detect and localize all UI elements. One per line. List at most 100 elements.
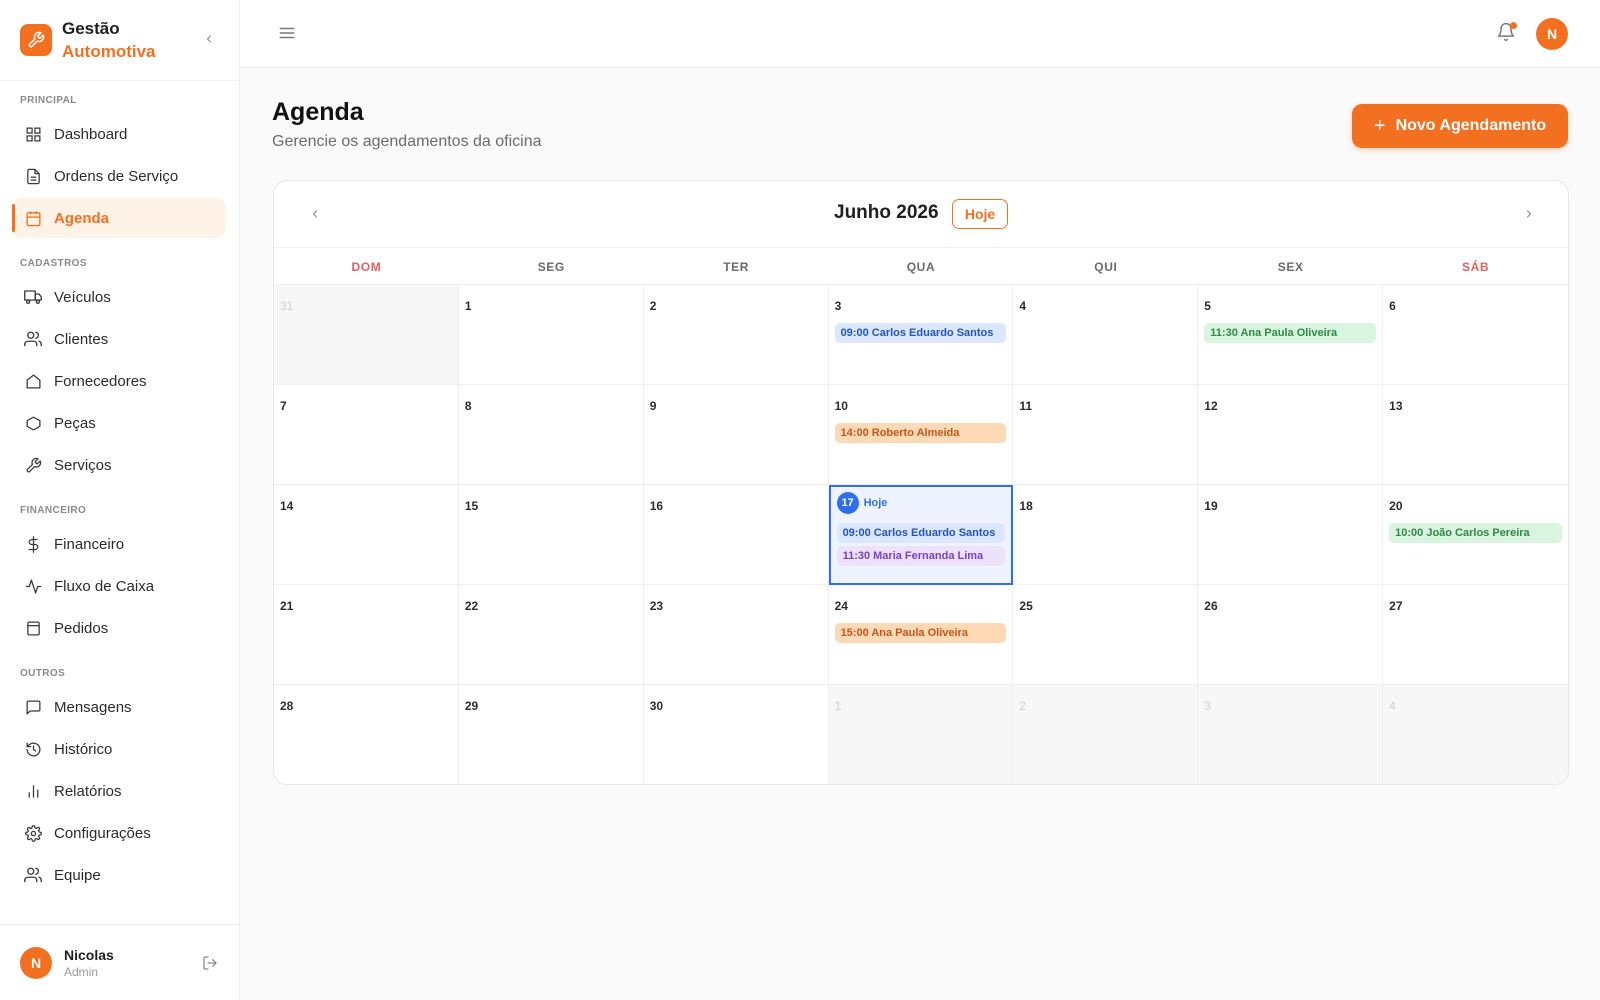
wrench-icon <box>24 456 42 474</box>
menu-button[interactable] <box>278 24 298 44</box>
appointment-event[interactable]: 11:30 Maria Fernanda Lima <box>836 546 1006 566</box>
today-button[interactable]: Hoje <box>952 199 1008 229</box>
calendar-day[interactable]: 4 <box>1013 285 1199 385</box>
sidebar-item-fluxo-de-caixa[interactable]: Fluxo de Caixa <box>12 566 226 606</box>
wrench-logo-icon <box>20 24 52 56</box>
calendar-day[interactable]: 15 <box>458 485 644 585</box>
calendar-day[interactable]: 12 <box>1198 385 1384 485</box>
calendar-day[interactable]: 3 09:00 Carlos Eduardo Santos <box>828 285 1014 385</box>
sidebar-item-fornecedores[interactable]: Fornecedores <box>12 361 226 401</box>
day-number: 21 <box>280 599 294 613</box>
avatar[interactable]: N <box>20 946 52 979</box>
calendar-day[interactable]: 25 <box>1013 585 1199 685</box>
next-month-button[interactable] <box>1520 205 1538 223</box>
sidebar-item-mensagens[interactable]: Mensagens <box>12 687 226 727</box>
calendar-day[interactable]: 31 <box>274 285 459 385</box>
calendar-day[interactable]: 19 <box>1198 485 1384 585</box>
sidebar-item-configuracoes[interactable]: Configurações <box>12 813 226 853</box>
sidebar-item-dashboard[interactable]: Dashboard <box>12 114 226 154</box>
calendar-day-today[interactable]: 17 Hoje 09:00 Carlos Eduardo Santos 11:30 M… <box>828 485 1014 585</box>
day-number: 25 <box>1019 599 1033 613</box>
logout-icon <box>203 956 217 970</box>
appointment-event[interactable]: 14:00 Roberto Almeida <box>834 423 1007 443</box>
day-number: 5 <box>1204 299 1211 313</box>
calendar-day[interactable]: 6 <box>1383 285 1568 385</box>
appointment-event[interactable]: 09:00 Carlos Eduardo Santos <box>834 323 1007 343</box>
logout-button[interactable] <box>202 955 220 973</box>
header-avatar[interactable]: N <box>1536 18 1568 50</box>
appointment-event[interactable]: 15:00 Ana Paula Oliveira <box>834 623 1007 643</box>
today-badge: 17 Hoje <box>836 492 1006 514</box>
calendar-day[interactable]: 3 <box>1198 685 1384 784</box>
calendar-day[interactable]: 9 <box>643 385 829 485</box>
weekday-label: DOM <box>351 259 382 274</box>
calendar-day[interactable]: 2 <box>643 285 829 385</box>
sidebar-item-label: Relatórios <box>54 782 122 800</box>
sidebar-item-financeiro[interactable]: Financeiro <box>12 524 226 564</box>
sidebar-item-relatorios[interactable]: Relatórios <box>12 771 226 811</box>
calendar-day[interactable]: 7 <box>274 385 459 485</box>
calendar-day[interactable]: 28 <box>274 685 459 784</box>
appointment-event[interactable]: 10:00 João Carlos Pereira <box>1389 523 1562 543</box>
document-icon <box>24 167 42 185</box>
calendar-day[interactable]: 11 <box>1013 385 1199 485</box>
sidebar-item-ordens-de-servico[interactable]: Ordens de Serviço <box>12 156 226 196</box>
weekday-label: TER <box>723 259 750 274</box>
weekday-header: DOM SEG TER QUA QUI SEX SÁB <box>274 249 1568 285</box>
prev-month-button[interactable] <box>306 205 324 223</box>
section-label-principal: PRINCIPAL <box>20 95 77 106</box>
top-bar: N <box>240 0 1600 68</box>
activity-icon <box>24 577 42 595</box>
sidebar-item-pedidos[interactable]: Pedidos <box>12 608 226 648</box>
brand-name-line1: Gestão <box>62 19 120 38</box>
calendar-day[interactable]: 14 <box>274 485 459 585</box>
day-number: 30 <box>649 699 664 713</box>
sidebar-item-agenda[interactable]: Agenda <box>12 198 226 238</box>
calendar-day[interactable]: 10 14:00 Roberto Almeida <box>828 385 1014 485</box>
calendar-day[interactable]: 16 <box>643 485 829 585</box>
sidebar-item-equipe[interactable]: Equipe <box>12 855 226 895</box>
calendar-day[interactable]: 1 <box>828 685 1014 784</box>
new-appointment-label: Novo Agendamento <box>1395 117 1547 134</box>
calendar-day[interactable]: 29 <box>459 685 644 784</box>
sidebar-item-veiculos[interactable]: Veículos <box>12 277 226 317</box>
users-icon <box>24 866 42 884</box>
calendar-day[interactable]: 21 <box>274 585 459 685</box>
sidebar-item-clientes[interactable]: Clientes <box>12 319 226 359</box>
calendar-day[interactable]: 13 <box>1383 385 1568 485</box>
day-number: 2 <box>1019 699 1027 713</box>
day-number: 19 <box>1204 499 1218 513</box>
month-title: Junho 2026 <box>834 202 939 223</box>
calendar-day[interactable]: 18 <box>1013 485 1199 585</box>
calendar-day[interactable]: 4 <box>1383 685 1568 784</box>
collapse-sidebar-button[interactable] <box>200 30 218 48</box>
plus-icon: + <box>1373 115 1386 137</box>
sidebar-item-pecas[interactable]: Peças <box>12 403 226 443</box>
calendar-day[interactable]: 24 15:00 Ana Paula Oliveira <box>828 585 1014 685</box>
sidebar-item-label: Histórico <box>54 740 113 758</box>
day-number: 15 <box>464 499 479 513</box>
message-icon <box>24 698 42 716</box>
day-number: 24 <box>834 599 848 613</box>
calendar-day[interactable]: 2 <box>1013 685 1199 784</box>
calendar-day[interactable]: 22 <box>458 585 644 685</box>
calendar-day[interactable]: 5 11:30 Ana Paula Oliveira <box>1198 285 1384 385</box>
calendar-day[interactable]: 27 <box>1383 585 1568 685</box>
sidebar-item-servicos[interactable]: Serviços <box>12 445 226 485</box>
calendar-day[interactable]: 1 <box>458 285 644 385</box>
section-label-cadastros: CADASTROS <box>20 258 87 269</box>
calendar-day[interactable]: 23 <box>643 585 829 685</box>
new-appointment-button[interactable]: + Novo Agendamento <box>1352 104 1568 148</box>
notifications-button[interactable] <box>1496 22 1518 44</box>
appointment-event[interactable]: 09:00 Carlos Eduardo Santos <box>836 523 1006 543</box>
sidebar-item-historico[interactable]: Histórico <box>12 729 226 769</box>
calendar-day[interactable]: 20 10:00 João Carlos Pereira <box>1383 485 1568 585</box>
gear-icon <box>24 824 42 842</box>
calendar-day[interactable]: 26 <box>1198 585 1384 685</box>
calendar-day[interactable]: 8 <box>458 385 644 485</box>
appointment-event[interactable]: 11:30 Ana Paula Oliveira <box>1204 323 1377 343</box>
notification-dot <box>1510 22 1517 29</box>
calendar-header: Junho 2026 Hoje <box>274 181 1568 248</box>
calendar-day[interactable]: 30 <box>644 685 829 784</box>
weekday-label: QUA <box>906 259 936 274</box>
